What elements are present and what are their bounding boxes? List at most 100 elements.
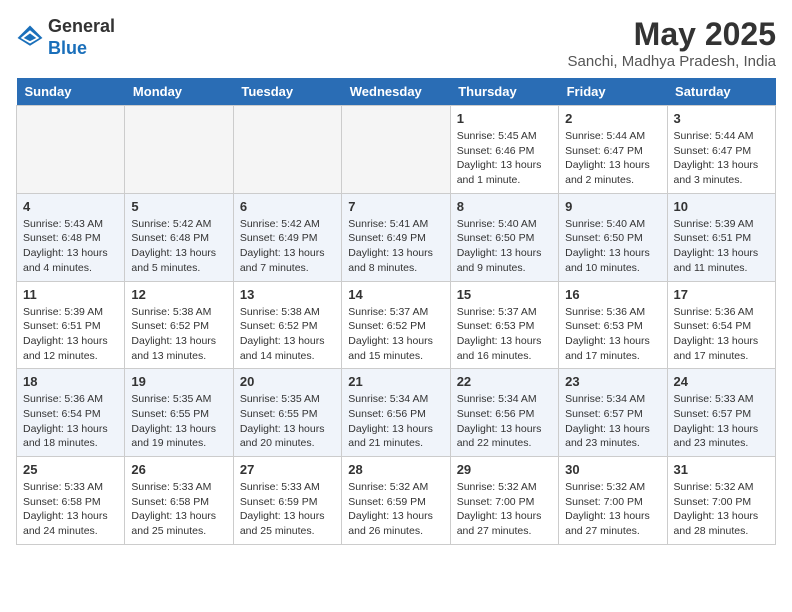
day-number: 22	[457, 374, 552, 389]
calendar-table: SundayMondayTuesdayWednesdayThursdayFrid…	[16, 78, 776, 545]
calendar-cell: 18Sunrise: 5:36 AM Sunset: 6:54 PM Dayli…	[17, 369, 125, 457]
calendar-cell	[125, 106, 233, 194]
day-number: 17	[674, 287, 769, 302]
day-number: 16	[565, 287, 660, 302]
calendar-cell: 5Sunrise: 5:42 AM Sunset: 6:48 PM Daylig…	[125, 193, 233, 281]
day-detail: Sunrise: 5:33 AM Sunset: 6:58 PM Dayligh…	[131, 480, 226, 539]
weekday-header-cell: Tuesday	[233, 78, 341, 106]
day-number: 31	[674, 462, 769, 477]
day-number: 9	[565, 199, 660, 214]
calendar-cell: 19Sunrise: 5:35 AM Sunset: 6:55 PM Dayli…	[125, 369, 233, 457]
weekday-header-cell: Friday	[559, 78, 667, 106]
weekday-header-row: SundayMondayTuesdayWednesdayThursdayFrid…	[17, 78, 776, 106]
day-detail: Sunrise: 5:40 AM Sunset: 6:50 PM Dayligh…	[565, 217, 660, 276]
calendar-cell: 30Sunrise: 5:32 AM Sunset: 7:00 PM Dayli…	[559, 457, 667, 545]
day-detail: Sunrise: 5:35 AM Sunset: 6:55 PM Dayligh…	[240, 392, 335, 451]
day-detail: Sunrise: 5:39 AM Sunset: 6:51 PM Dayligh…	[674, 217, 769, 276]
calendar-cell: 3 Sunrise: 5:44 AM Sunset: 6:47 PM Daylig…	[667, 106, 775, 194]
calendar-cell	[233, 106, 341, 194]
logo: General Blue	[16, 16, 115, 59]
calendar-cell: 4 Sunrise: 5:43 AM Sunset: 6:48 PM Daylig…	[17, 193, 125, 281]
day-number: 3	[674, 111, 769, 126]
day-number: 18	[23, 374, 118, 389]
day-detail: Sunrise: 5:32 AM Sunset: 6:59 PM Dayligh…	[348, 480, 443, 539]
day-detail: Sunrise: 5:32 AM Sunset: 7:00 PM Dayligh…	[674, 480, 769, 539]
calendar-cell: 8 Sunrise: 5:40 AM Sunset: 6:50 PM Daylig…	[450, 193, 558, 281]
day-number: 4	[23, 199, 118, 214]
day-number: 10	[674, 199, 769, 214]
day-detail: Sunrise: 5:34 AM Sunset: 6:56 PM Dayligh…	[348, 392, 443, 451]
day-number: 11	[23, 287, 118, 302]
day-number: 6	[240, 199, 335, 214]
day-number: 21	[348, 374, 443, 389]
day-detail: Sunrise: 5:34 AM Sunset: 6:57 PM Dayligh…	[565, 392, 660, 451]
calendar-cell	[17, 106, 125, 194]
day-number: 15	[457, 287, 552, 302]
calendar-cell: 20 Sunrise: 5:35 AM Sunset: 6:55 PM Dayli…	[233, 369, 341, 457]
day-number: 28	[348, 462, 443, 477]
calendar-cell: 14 Sunrise: 5:37 AM Sunset: 6:52 PM Dayli…	[342, 281, 450, 369]
day-detail: Sunrise: 5:44 AM Sunset: 6:47 PM Dayligh…	[674, 129, 769, 188]
calendar-cell: 22 Sunrise: 5:34 AM Sunset: 6:56 PM Dayli…	[450, 369, 558, 457]
calendar-cell: 11 Sunrise: 5:39 AM Sunset: 6:51 PM Dayli…	[17, 281, 125, 369]
day-number: 23	[565, 374, 660, 389]
calendar-cell: 6 Sunrise: 5:42 AM Sunset: 6:49 PM Daylig…	[233, 193, 341, 281]
day-number: 7	[348, 199, 443, 214]
calendar-cell: 15 Sunrise: 5:37 AM Sunset: 6:53 PM Dayli…	[450, 281, 558, 369]
day-detail: Sunrise: 5:36 AM Sunset: 6:54 PM Dayligh…	[674, 305, 769, 364]
day-detail: Sunrise: 5:37 AM Sunset: 6:52 PM Dayligh…	[348, 305, 443, 364]
day-number: 14	[348, 287, 443, 302]
day-detail: Sunrise: 5:43 AM Sunset: 6:48 PM Dayligh…	[23, 217, 118, 276]
calendar-cell: 2Sunrise: 5:44 AM Sunset: 6:47 PM Daylig…	[559, 106, 667, 194]
page-header: General Blue May 2025 Sanchi, Madhya Pra…	[16, 16, 776, 70]
day-detail: Sunrise: 5:34 AM Sunset: 6:56 PM Dayligh…	[457, 392, 552, 451]
day-detail: Sunrise: 5:33 AM Sunset: 6:58 PM Dayligh…	[23, 480, 118, 539]
day-detail: Sunrise: 5:38 AM Sunset: 6:52 PM Dayligh…	[131, 305, 226, 364]
day-number: 1	[457, 111, 552, 126]
calendar-cell: 16Sunrise: 5:36 AM Sunset: 6:53 PM Dayli…	[559, 281, 667, 369]
calendar-cell: 1 Sunrise: 5:45 AM Sunset: 6:46 PM Daylig…	[450, 106, 558, 194]
day-number: 12	[131, 287, 226, 302]
day-detail: Sunrise: 5:33 AM Sunset: 6:57 PM Dayligh…	[674, 392, 769, 451]
title-block: May 2025 Sanchi, Madhya Pradesh, India	[568, 16, 776, 70]
calendar-cell: 25 Sunrise: 5:33 AM Sunset: 6:58 PM Dayli…	[17, 457, 125, 545]
logo-text: General Blue	[48, 16, 115, 59]
day-detail: Sunrise: 5:32 AM Sunset: 7:00 PM Dayligh…	[457, 480, 552, 539]
logo-blue: Blue	[48, 38, 87, 58]
day-number: 29	[457, 462, 552, 477]
day-detail: Sunrise: 5:40 AM Sunset: 6:50 PM Dayligh…	[457, 217, 552, 276]
logo-general: General	[48, 16, 115, 36]
day-number: 24	[674, 374, 769, 389]
day-detail: Sunrise: 5:37 AM Sunset: 6:53 PM Dayligh…	[457, 305, 552, 364]
calendar-cell: 29 Sunrise: 5:32 AM Sunset: 7:00 PM Dayli…	[450, 457, 558, 545]
logo-icon	[16, 24, 44, 52]
day-detail: Sunrise: 5:39 AM Sunset: 6:51 PM Dayligh…	[23, 305, 118, 364]
calendar-cell: 17 Sunrise: 5:36 AM Sunset: 6:54 PM Dayli…	[667, 281, 775, 369]
day-detail: Sunrise: 5:45 AM Sunset: 6:46 PM Dayligh…	[457, 129, 552, 188]
calendar-cell: 21 Sunrise: 5:34 AM Sunset: 6:56 PM Dayli…	[342, 369, 450, 457]
calendar-week-row: 4 Sunrise: 5:43 AM Sunset: 6:48 PM Daylig…	[17, 193, 776, 281]
calendar-week-row: 1 Sunrise: 5:45 AM Sunset: 6:46 PM Daylig…	[17, 106, 776, 194]
calendar-cell: 12 Sunrise: 5:38 AM Sunset: 6:52 PM Dayli…	[125, 281, 233, 369]
calendar-week-row: 18Sunrise: 5:36 AM Sunset: 6:54 PM Dayli…	[17, 369, 776, 457]
day-number: 27	[240, 462, 335, 477]
day-number: 25	[23, 462, 118, 477]
day-detail: Sunrise: 5:32 AM Sunset: 7:00 PM Dayligh…	[565, 480, 660, 539]
weekday-header-cell: Saturday	[667, 78, 775, 106]
day-number: 8	[457, 199, 552, 214]
calendar-body: 1 Sunrise: 5:45 AM Sunset: 6:46 PM Daylig…	[17, 106, 776, 545]
calendar-cell	[342, 106, 450, 194]
weekday-header-cell: Thursday	[450, 78, 558, 106]
calendar-cell: 26Sunrise: 5:33 AM Sunset: 6:58 PM Dayli…	[125, 457, 233, 545]
calendar-cell: 28 Sunrise: 5:32 AM Sunset: 6:59 PM Dayli…	[342, 457, 450, 545]
day-detail: Sunrise: 5:35 AM Sunset: 6:55 PM Dayligh…	[131, 392, 226, 451]
day-detail: Sunrise: 5:44 AM Sunset: 6:47 PM Dayligh…	[565, 129, 660, 188]
day-detail: Sunrise: 5:42 AM Sunset: 6:49 PM Dayligh…	[240, 217, 335, 276]
calendar-cell: 24 Sunrise: 5:33 AM Sunset: 6:57 PM Dayli…	[667, 369, 775, 457]
month-year: May 2025	[568, 16, 776, 53]
calendar-week-row: 25 Sunrise: 5:33 AM Sunset: 6:58 PM Dayli…	[17, 457, 776, 545]
calendar-cell: 31 Sunrise: 5:32 AM Sunset: 7:00 PM Dayli…	[667, 457, 775, 545]
calendar-cell: 13Sunrise: 5:38 AM Sunset: 6:52 PM Dayli…	[233, 281, 341, 369]
calendar-week-row: 11 Sunrise: 5:39 AM Sunset: 6:51 PM Dayli…	[17, 281, 776, 369]
day-number: 20	[240, 374, 335, 389]
